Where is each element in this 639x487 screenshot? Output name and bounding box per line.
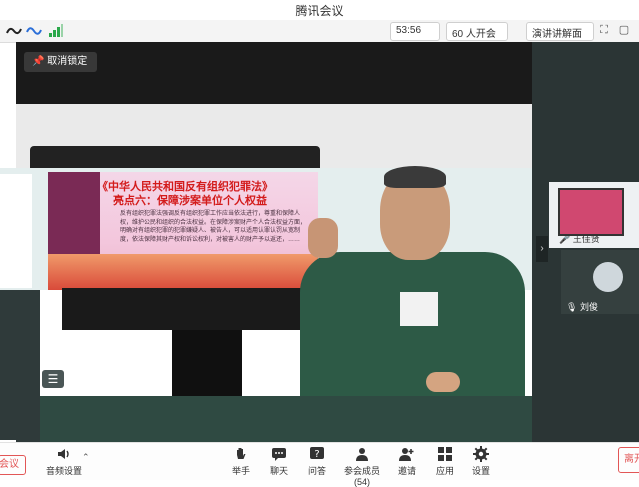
question-icon: ? bbox=[310, 447, 324, 460]
qa-button[interactable]: ? 问答 bbox=[295, 446, 339, 477]
apps-icon bbox=[438, 447, 452, 461]
collapse-arrow-icon[interactable]: › bbox=[536, 236, 548, 262]
qa-label: 问答 bbox=[307, 466, 326, 476]
pin-icon: 📌 bbox=[32, 56, 45, 67]
audio-settings-button[interactable]: 音频设置 bbox=[42, 446, 86, 477]
meeting-left-button[interactable]: 会议 bbox=[0, 455, 26, 475]
slide-bottom-graphic bbox=[48, 254, 318, 290]
speaker-icon bbox=[58, 449, 69, 459]
avatar bbox=[593, 262, 623, 292]
speaker-hand-lower bbox=[426, 372, 460, 392]
meeting-timer: 53:56 bbox=[396, 25, 422, 36]
members-button[interactable]: 参会成员(54) bbox=[338, 446, 386, 487]
settings-icon bbox=[473, 446, 489, 462]
fullscreen-icon[interactable]: ⛶ bbox=[598, 24, 610, 36]
status-toolbar: 53:56 60 人开会 演讲讲解面 ⛶ ▢ bbox=[0, 20, 639, 43]
chat-icon bbox=[272, 448, 286, 461]
tv-stand bbox=[172, 330, 242, 396]
participant-name-row-2: 🎙 刘俊 bbox=[566, 300, 598, 314]
slide-body-text: 反有组织犯罪法强调反有组织犯罪工作应当依法进行，尊重和保障人权，维护公民和组织的… bbox=[120, 211, 307, 243]
participant-tile-1-slide bbox=[558, 188, 624, 236]
unlock-label: 取消锁定 bbox=[47, 56, 88, 67]
participant-count: 60 人开会 bbox=[452, 29, 496, 40]
apps-label: 应用 bbox=[435, 466, 454, 476]
speaker-hair bbox=[384, 166, 446, 188]
signal-strength-icon bbox=[49, 24, 63, 37]
list-icon[interactable]: ☰ bbox=[42, 370, 64, 388]
network-wave-icon bbox=[6, 27, 22, 35]
members-label: 参会成员(54) bbox=[343, 466, 380, 487]
chevron-up-icon[interactable]: ⌃ bbox=[82, 452, 90, 463]
shirt-logo bbox=[400, 292, 438, 326]
slide-title-line2: 亮点六：保障涉案单位个人权益 bbox=[113, 195, 267, 207]
participant-name: 刘俊 bbox=[579, 302, 598, 312]
window-control-icon[interactable]: ▢ bbox=[618, 24, 630, 36]
invite-icon bbox=[399, 448, 414, 461]
window-title: 腾讯会议 bbox=[0, 0, 639, 20]
unlock-button[interactable]: 📌 取消锁定 bbox=[24, 52, 98, 72]
view-mode-label: 演讲讲解面 bbox=[532, 29, 582, 40]
speaker-hand bbox=[308, 218, 338, 258]
raise-hand-label: 举手 bbox=[231, 466, 250, 476]
leave-button[interactable]: 离开 bbox=[618, 447, 639, 473]
audio-wave-icon bbox=[26, 27, 42, 35]
settings-label: 设置 bbox=[471, 466, 490, 476]
audio-settings-label: 音频设置 bbox=[45, 466, 82, 476]
hand-icon bbox=[237, 448, 246, 459]
left-edge-strip bbox=[0, 174, 32, 288]
settings-button[interactable]: 设置 bbox=[459, 446, 503, 477]
mic-icon: 🎙 bbox=[566, 302, 578, 312]
members-icon bbox=[356, 448, 368, 461]
chat-label: 聊天 bbox=[269, 466, 288, 476]
invite-label: 邀请 bbox=[397, 466, 416, 476]
video-bottom-region bbox=[40, 396, 556, 442]
left-dark-strip bbox=[0, 290, 40, 440]
svg-text:?: ? bbox=[314, 449, 319, 460]
